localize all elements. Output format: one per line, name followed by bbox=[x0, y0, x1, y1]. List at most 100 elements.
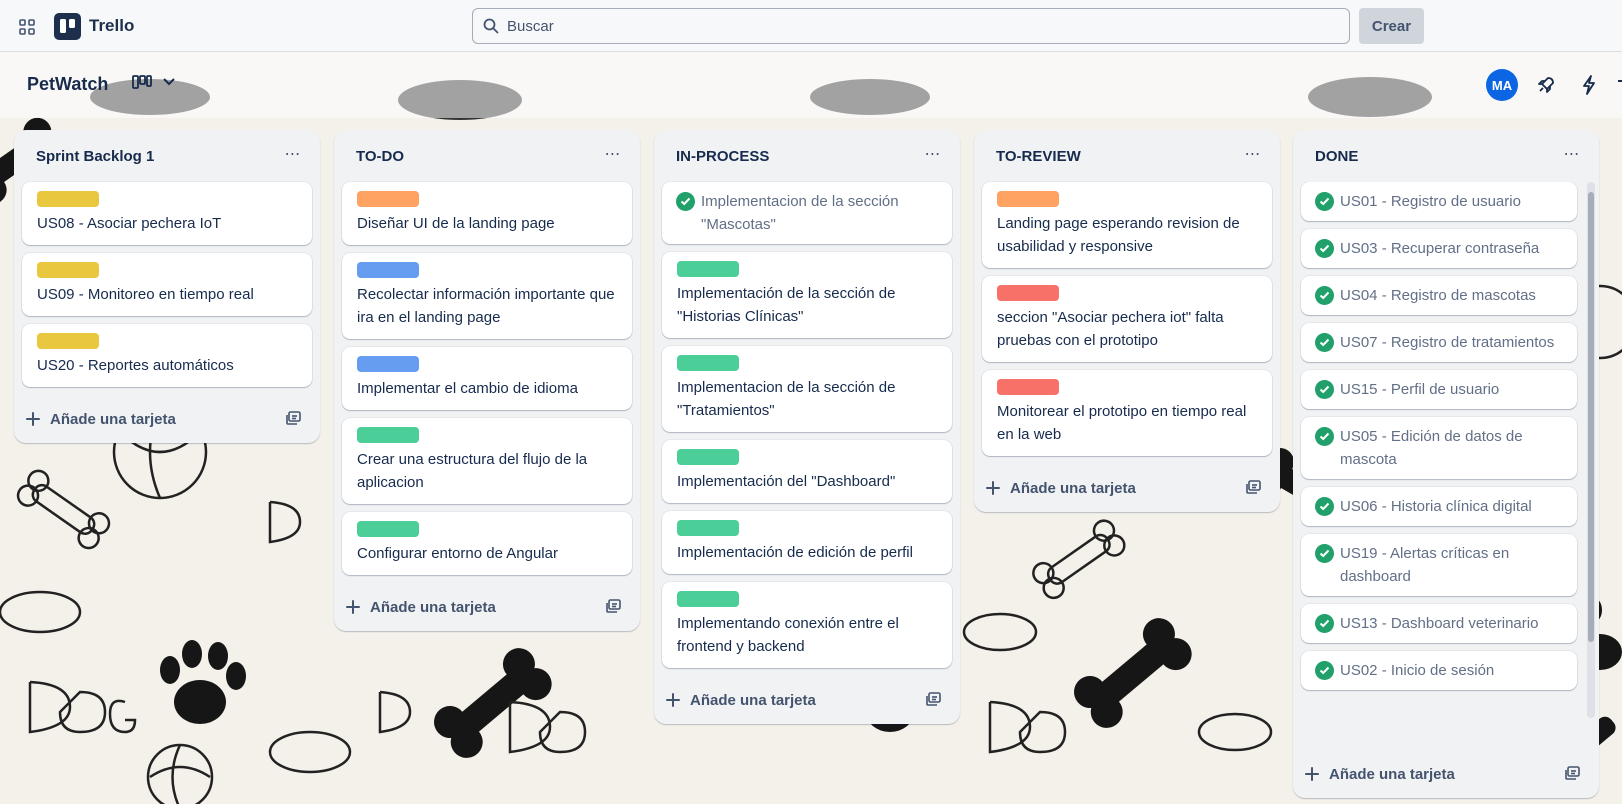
card[interactable]: seccion "Asociar pechera iot" falta prue… bbox=[982, 276, 1272, 362]
card-label-green[interactable] bbox=[357, 521, 419, 537]
list-menu-button[interactable]: ⋯ bbox=[600, 144, 626, 166]
card[interactable]: US08 - Asociar pechera IoT bbox=[22, 182, 312, 245]
create-from-template-button[interactable] bbox=[1246, 480, 1262, 499]
card-title: Implementar el cambio de idioma bbox=[357, 380, 578, 397]
card[interactable]: Implementar el cambio de idioma bbox=[342, 347, 632, 410]
card[interactable]: US05 - Edición de datos de mascota bbox=[1301, 417, 1577, 479]
create-from-template-button[interactable] bbox=[286, 411, 302, 430]
complete-check-icon[interactable] bbox=[1315, 380, 1334, 399]
card[interactable]: Implementacion de la sección "Mascotas" bbox=[662, 182, 952, 244]
add-card-button[interactable]: Añade una tarjeta bbox=[26, 403, 176, 435]
list-cards-scroll[interactable]: US01 - Registro de usuario US03 - Recuper… bbox=[1293, 182, 1599, 750]
card-label-green[interactable] bbox=[677, 591, 739, 607]
complete-check-icon[interactable] bbox=[1315, 427, 1334, 446]
card[interactable]: US19 - Alertas críticas en dashboard bbox=[1301, 534, 1577, 596]
complete-check-icon[interactable] bbox=[1315, 497, 1334, 516]
list-done[interactable]: DONE ⋯ US01 - Registro de usuario US03 - Re… bbox=[1293, 130, 1599, 798]
list-to-review[interactable]: TO-REVIEW ⋯ Landing page esperando revisio… bbox=[974, 130, 1280, 512]
search-bar[interactable] bbox=[472, 8, 1350, 44]
card-label-blue[interactable] bbox=[357, 262, 419, 278]
add-card-row: Añade una tarjeta bbox=[334, 583, 640, 631]
list-sprint-backlog-1[interactable]: Sprint Backlog 1 ⋯ US08 - Asociar pechera … bbox=[14, 130, 320, 443]
card-label-green[interactable] bbox=[677, 520, 739, 536]
card-label-orange[interactable] bbox=[357, 191, 419, 207]
list-menu-button[interactable]: ⋯ bbox=[1559, 144, 1585, 166]
card-label-green[interactable] bbox=[357, 427, 419, 443]
card[interactable]: US06 - Historia clínica digital bbox=[1301, 487, 1577, 526]
app-switcher-button[interactable] bbox=[14, 14, 40, 40]
scrollbar-thumb[interactable] bbox=[1588, 192, 1594, 642]
complete-check-icon[interactable] bbox=[1315, 333, 1334, 352]
create-from-template-button[interactable] bbox=[1565, 766, 1581, 785]
card[interactable]: Landing page esperando revision de usabi… bbox=[982, 182, 1272, 268]
card[interactable]: US20 - Reportes automáticos bbox=[22, 324, 312, 387]
complete-check-icon[interactable] bbox=[1315, 661, 1334, 680]
list-menu-button[interactable]: ⋯ bbox=[280, 144, 306, 166]
card-label-green[interactable] bbox=[677, 355, 739, 371]
complete-check-icon[interactable] bbox=[676, 192, 695, 211]
card-label-yellow[interactable] bbox=[37, 333, 99, 349]
create-button[interactable]: Crear bbox=[1359, 8, 1424, 44]
list-title[interactable]: Sprint Backlog 1 bbox=[36, 148, 154, 165]
complete-check-icon[interactable] bbox=[1315, 192, 1334, 211]
list-title[interactable]: DONE bbox=[1315, 148, 1358, 165]
card[interactable]: Recolectar información importante que ir… bbox=[342, 253, 632, 339]
add-card-button[interactable]: Añade una tarjeta bbox=[666, 684, 816, 716]
card[interactable]: Implementación de edición de perfil bbox=[662, 511, 952, 574]
card[interactable]: Implementacion de la sección de "Tratami… bbox=[662, 346, 952, 432]
card-label-yellow[interactable] bbox=[37, 191, 99, 207]
card-label-green[interactable] bbox=[677, 449, 739, 465]
create-from-template-button[interactable] bbox=[606, 599, 622, 618]
card[interactable]: US03 - Recuperar contraseña bbox=[1301, 229, 1577, 268]
card-label-yellow[interactable] bbox=[37, 262, 99, 278]
card[interactable]: US04 - Registro de mascotas bbox=[1301, 276, 1577, 315]
card-label-red[interactable] bbox=[997, 285, 1059, 301]
list-to-do[interactable]: TO-DO ⋯ Diseñar UI de la landing page Recol… bbox=[334, 130, 640, 631]
automation-button[interactable] bbox=[1578, 74, 1600, 96]
card[interactable]: Implementando conexión entre el frontend… bbox=[662, 582, 952, 668]
list-menu-button[interactable]: ⋯ bbox=[920, 144, 946, 166]
complete-check-icon[interactable] bbox=[1315, 286, 1334, 305]
list-title[interactable]: TO-DO bbox=[356, 148, 404, 165]
card-label-orange[interactable] bbox=[997, 191, 1059, 207]
avatar[interactable]: MA bbox=[1486, 69, 1518, 101]
add-card-button[interactable]: Añade una tarjeta bbox=[346, 591, 496, 623]
card[interactable]: US09 - Monitoreo en tiempo real bbox=[22, 253, 312, 316]
card-label-red[interactable] bbox=[997, 379, 1059, 395]
board-view-switcher[interactable] bbox=[132, 74, 176, 90]
card[interactable]: Configurar entorno de Angular bbox=[342, 512, 632, 575]
trello-logo[interactable]: Trello bbox=[54, 12, 134, 40]
card-label-blue[interactable] bbox=[357, 356, 419, 372]
list-title[interactable]: IN-PROCESS bbox=[676, 148, 769, 165]
create-from-template-button[interactable] bbox=[926, 692, 942, 711]
add-card-button[interactable]: Añade una tarjeta bbox=[1305, 758, 1455, 790]
search-input[interactable] bbox=[507, 17, 1307, 35]
complete-check-icon[interactable] bbox=[1315, 544, 1334, 563]
card[interactable]: Diseñar UI de la landing page bbox=[342, 182, 632, 245]
complete-check-icon[interactable] bbox=[1315, 239, 1334, 258]
check-icon bbox=[1319, 385, 1330, 394]
complete-check-icon[interactable] bbox=[1315, 614, 1334, 633]
check-icon bbox=[1319, 666, 1330, 675]
scrollbar[interactable] bbox=[1587, 182, 1595, 718]
card[interactable]: US02 - Inicio de sesión bbox=[1301, 651, 1577, 690]
card[interactable]: US15 - Perfil de usuario bbox=[1301, 370, 1577, 409]
list-in-process[interactable]: IN-PROCESS ⋯ Implementacion de la sección … bbox=[654, 130, 960, 724]
board-title[interactable]: PetWatch bbox=[27, 74, 108, 95]
card[interactable]: US07 - Registro de tratamientos bbox=[1301, 323, 1577, 362]
plus-icon bbox=[26, 412, 40, 426]
power-ups-button[interactable] bbox=[1535, 74, 1557, 96]
card[interactable]: Implementación de la sección de "Histori… bbox=[662, 252, 952, 338]
card[interactable]: Monitorear el prototipo en tiempo real e… bbox=[982, 370, 1272, 456]
card[interactable]: Crear una estructura del flujo de la apl… bbox=[342, 418, 632, 504]
card[interactable]: Implementación del "Dashboard" bbox=[662, 440, 952, 503]
add-card-button[interactable]: Añade una tarjeta bbox=[986, 472, 1136, 504]
list-title[interactable]: TO-REVIEW bbox=[996, 148, 1081, 165]
card-label-green[interactable] bbox=[677, 261, 739, 277]
card-title: US20 - Reportes automáticos bbox=[37, 357, 234, 374]
card[interactable]: US01 - Registro de usuario bbox=[1301, 182, 1577, 221]
filter-button[interactable] bbox=[1612, 74, 1622, 96]
check-icon bbox=[680, 197, 691, 206]
card[interactable]: US13 - Dashboard veterinario bbox=[1301, 604, 1577, 643]
list-menu-button[interactable]: ⋯ bbox=[1240, 144, 1266, 166]
